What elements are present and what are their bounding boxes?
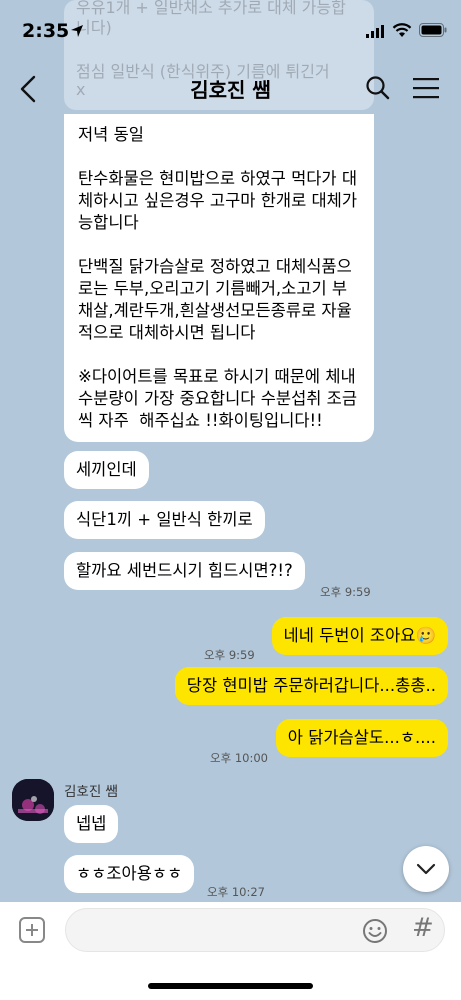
message-timestamp: 오후 10:27	[207, 885, 265, 899]
message-bubble-received[interactable]: 저녁 동일 탄수화물은 현미밥으로 하였구 먹다가 대체하시고 싶은경우 고구마…	[64, 114, 374, 442]
message-paragraph: 탄수화물은 현미밥으로 하였구 먹다가 대체하시고 싶은경우 고구마 한개로 대…	[78, 169, 358, 232]
message-text: 세끼인데	[76, 460, 137, 479]
message-bubble-received[interactable]: 넵넵	[64, 805, 119, 843]
message-text: 할까요 세번드시기 힘드시면?!?	[76, 561, 293, 580]
plus-icon[interactable]	[19, 917, 45, 943]
message-text: 아 닭가슴살도...ㅎ....	[287, 728, 436, 747]
message-input-bar: #	[0, 902, 461, 1000]
message-paragraph: 단백질 닭가슴살로 정하였고 대체식품으로는 두부,오리고기 기름빼거,소고기 …	[78, 257, 352, 342]
chevron-down-icon	[416, 863, 436, 875]
scroll-to-bottom-button[interactable]	[403, 846, 449, 892]
status-time: 2:35	[22, 20, 70, 42]
message-bubble-sent[interactable]: 아 닭가슴살도...ㅎ....	[275, 719, 448, 757]
message-text: 네네 두번이 조아요🥲	[283, 626, 436, 645]
sender-name: 김호진 쌤	[64, 784, 118, 800]
message-paragraph: ※다이어트를 목표로 하시기 때문에 체내 수분량이 가장 중요합니다 수분섭취…	[78, 367, 361, 430]
chat-header: 김호진 쌤	[0, 64, 461, 114]
message-text: 식단1끼 + 일반식 한끼로	[76, 510, 253, 529]
location-arrow-icon	[71, 25, 83, 37]
avatar-image	[12, 779, 54, 821]
message-text: ㅎㅎ조아용ㅎㅎ	[76, 864, 183, 883]
status-bar: 2:35	[0, 0, 461, 64]
message-bubble-received[interactable]: ㅎㅎ조아용ㅎㅎ	[64, 855, 195, 893]
message-timestamp: 오후 10:00	[210, 751, 268, 765]
message-timestamp: 오후 9:59	[320, 585, 371, 599]
message-bubble-sent[interactable]: 당장 현미밥 주문하러갑니다...총총..	[174, 667, 448, 705]
message-bubble-received[interactable]: 식단1끼 + 일반식 한끼로	[64, 501, 265, 539]
message-text: 당장 현미밥 주문하러갑니다...총총..	[186, 676, 436, 695]
hash-icon[interactable]: #	[412, 913, 434, 943]
message-timestamp: 오후 9:59	[204, 648, 255, 662]
message-paragraph: 저녁 동일	[78, 125, 144, 144]
search-icon[interactable]	[365, 75, 391, 101]
chat-title: 김호진 쌤	[190, 78, 271, 102]
wifi-icon	[392, 23, 412, 37]
message-input[interactable]	[65, 908, 445, 952]
battery-icon	[419, 23, 447, 37]
signal-icon	[366, 25, 384, 38]
message-bubble-received[interactable]: 할까요 세번드시기 힘드시면?!?	[64, 552, 305, 590]
message-bubble-received[interactable]: 세끼인데	[64, 451, 149, 489]
menu-icon[interactable]	[412, 76, 440, 100]
home-indicator	[148, 983, 313, 989]
message-text: 넵넵	[76, 814, 107, 833]
message-bubble-sent[interactable]: 네네 두번이 조아요🥲	[271, 617, 448, 655]
emoji-icon[interactable]	[362, 918, 388, 944]
avatar[interactable]	[12, 779, 54, 821]
